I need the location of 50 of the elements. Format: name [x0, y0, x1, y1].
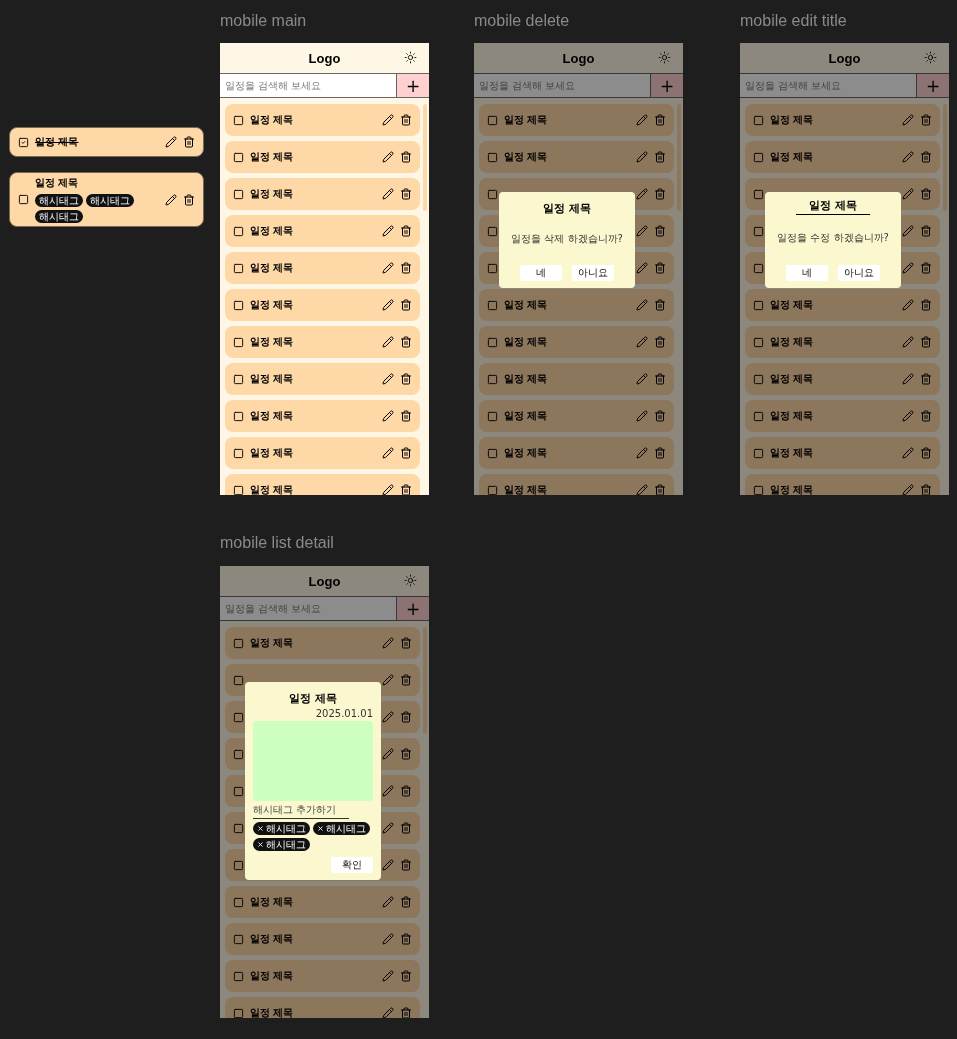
dialog-message: 일정을 삭제 하겠습니까?	[511, 232, 623, 246]
item-title: 일정 제목	[770, 298, 814, 312]
item-title: 일정 제목	[250, 187, 294, 201]
item-title: 일정 제목	[250, 969, 294, 983]
item-title: 일정 제목	[250, 150, 294, 164]
logo: Logo	[308, 50, 341, 66]
frame-label: mobile main	[220, 12, 307, 30]
item-title: 일정 제목	[770, 335, 814, 349]
item-title: 일정 제목	[250, 932, 294, 946]
item-title: 일정 제목	[770, 483, 814, 495]
logo: Logo	[562, 50, 595, 66]
item-title: 일정 제목	[250, 113, 294, 127]
frame-label: mobile delete	[474, 12, 570, 30]
item-title: 일정 제목	[250, 636, 294, 650]
item-title: 일정 제목	[504, 372, 548, 386]
frame-label: mobile list detail	[220, 534, 334, 552]
frame-label: mobile edit title	[740, 12, 847, 30]
item-title: 일정 제목	[504, 150, 548, 164]
item-title: 일정 제목	[250, 895, 294, 909]
dialog-message: 일정을 수정 하겠습니까?	[777, 231, 889, 245]
item-title: 일정 제목	[504, 483, 548, 495]
item-title: 일정 제목	[250, 335, 294, 349]
item-title: 일정 제목	[35, 176, 80, 190]
dialog-title: 일정 제목	[289, 691, 337, 706]
item-title: 일정 제목	[770, 446, 814, 460]
item-title: 일정 제목	[250, 261, 294, 275]
item-title: 일정 제목	[770, 409, 814, 423]
item-title: 일정 제목	[770, 372, 814, 386]
hashtag-chip: 해시태그	[35, 194, 83, 207]
item-title: 일정 제목	[250, 1006, 294, 1018]
hashtag-chip: 해시태그	[86, 194, 134, 207]
item-title: 일정 제목	[770, 150, 814, 164]
item-title: 일정 제목	[250, 224, 294, 238]
item-title: 일정 제목	[250, 409, 294, 423]
dialog-title: 일정 제목	[543, 201, 591, 216]
logo: Logo	[308, 573, 341, 589]
logo: Logo	[828, 50, 861, 66]
item-title: 일정 제목	[504, 113, 548, 127]
date-text: 2025.01.01	[315, 708, 373, 719]
item-title: 일정 제목	[35, 135, 80, 149]
item-title: 일정 제목	[250, 372, 294, 386]
item-title: 일정 제목	[504, 409, 548, 423]
item-title: 일정 제목	[504, 446, 548, 460]
item-title: 일정 제목	[504, 335, 548, 349]
item-title: 일정 제목	[250, 483, 294, 495]
item-title: 일정 제목	[504, 298, 548, 312]
item-title: 일정 제목	[250, 298, 294, 312]
item-title: 일정 제목	[250, 446, 294, 460]
item-title: 일정 제목	[770, 113, 814, 127]
hashtag-chip: 해시태그	[35, 210, 83, 223]
